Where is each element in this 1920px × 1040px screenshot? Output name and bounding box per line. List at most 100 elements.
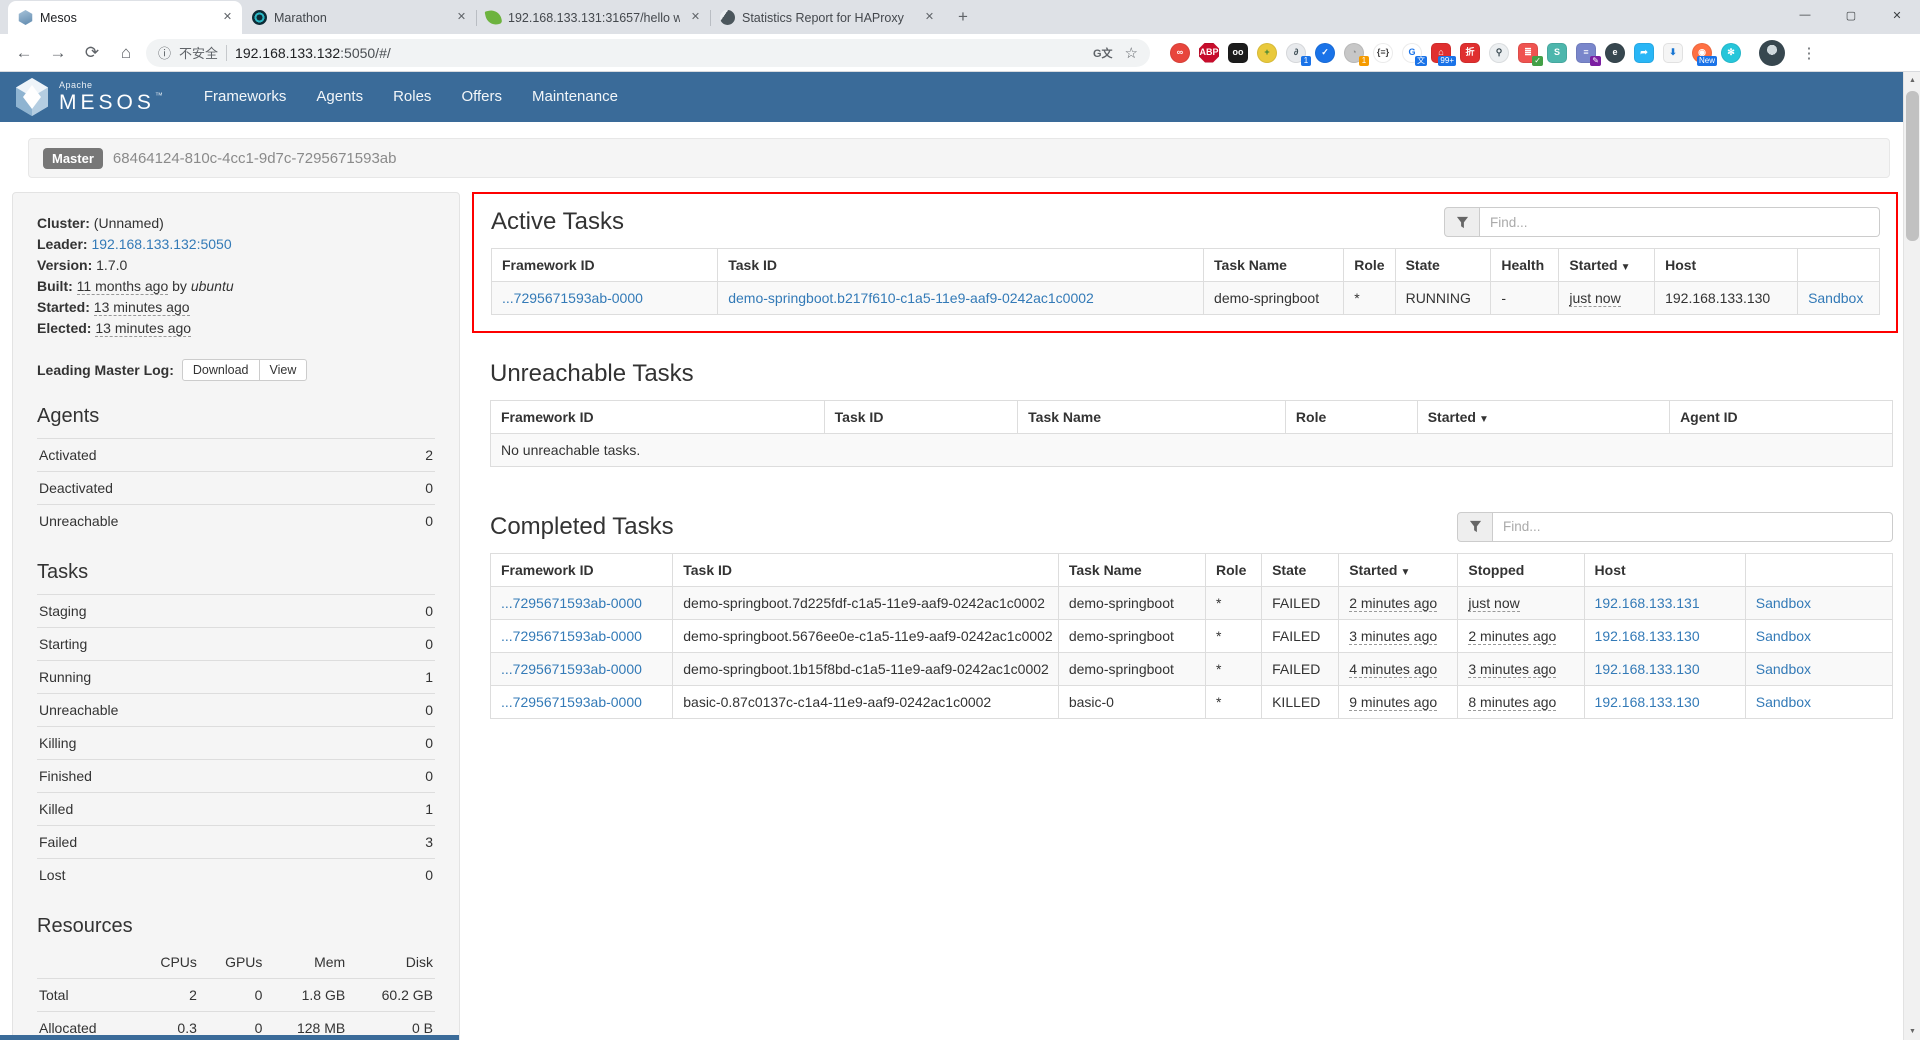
back-icon[interactable]: ←	[10, 39, 38, 67]
host-link[interactable]: 192.168.133.130	[1595, 628, 1700, 644]
tab-mesos[interactable]: Mesos ✕	[8, 1, 242, 34]
page-info-icon[interactable]: ⓘ	[158, 43, 171, 62]
green-coin-icon[interactable]: +	[1257, 43, 1277, 63]
task-name: demo-springboot	[1069, 661, 1174, 677]
translate-icon[interactable]: G文	[1093, 45, 1113, 61]
completed-tasks-find-input[interactable]	[1493, 512, 1893, 542]
framework-id-link[interactable]: ...7295671593ab-0000	[501, 595, 642, 611]
coupon-zhe-icon[interactable]: 折	[1460, 43, 1480, 63]
download-log-button[interactable]: Download	[182, 359, 260, 381]
unreachable-tasks-table: Framework ID Task ID Task Name Role Star…	[490, 400, 1893, 467]
teal-s-icon[interactable]: S	[1547, 43, 1567, 63]
framework-id-link[interactable]: ...7295671593ab-0000	[501, 661, 642, 677]
new-tab-button[interactable]: +	[950, 4, 976, 30]
tab-haproxy-stats[interactable]: Statistics Report for HAProxy ✕	[710, 1, 944, 34]
scrollbar-thumb[interactable]	[1906, 91, 1919, 241]
translate-ext-icon[interactable]: G文	[1402, 43, 1422, 63]
framework-id-link[interactable]: ...7295671593ab-0000	[501, 694, 642, 710]
loop-timer-icon[interactable]: ◔1	[1344, 43, 1364, 63]
host-link[interactable]: 192.168.133.130	[1595, 661, 1700, 677]
leader-line: Leader: 192.168.133.132:5050	[37, 234, 435, 255]
e-circle-icon[interactable]: e	[1605, 43, 1625, 63]
annotation-box-active-tasks: Active Tasks Framework ID Task ID Task N…	[472, 192, 1898, 333]
close-icon[interactable]: ✕	[1874, 0, 1920, 30]
minimize-icon[interactable]: —	[1782, 0, 1828, 30]
chrome-download-icon[interactable]: ⬇	[1663, 43, 1683, 63]
nav-agents[interactable]: Agents	[301, 72, 378, 122]
nav-frameworks[interactable]: Frameworks	[189, 72, 302, 122]
stat-deactivated: Deactivated0	[37, 471, 435, 504]
stat-staging: Staging0	[37, 594, 435, 627]
active-tasks-find-input[interactable]	[1480, 207, 1880, 237]
browser-menu-icon[interactable]: ⋮	[1797, 44, 1821, 62]
resources-total-row: Total201.8 GB60.2 GB	[37, 979, 435, 1012]
scroll-up-icon[interactable]: ▲	[1904, 72, 1920, 89]
adblock-plus-icon[interactable]: ABP	[1199, 43, 1219, 63]
stat-lost: Lost0	[37, 858, 435, 891]
nav-roles[interactable]: Roles	[378, 72, 446, 122]
nav-offers[interactable]: Offers	[446, 72, 517, 122]
sandbox-link[interactable]: Sandbox	[1756, 694, 1811, 710]
adblock-infinity-icon[interactable]: ∞	[1170, 43, 1190, 63]
task-role: *	[1216, 595, 1221, 611]
home-icon[interactable]: ⌂	[112, 39, 140, 67]
code-braces-icon[interactable]: {≡}	[1373, 43, 1393, 63]
resources-heading: Resources	[37, 915, 435, 938]
omnibox-divider	[226, 45, 227, 61]
mesos-hexagon-icon	[14, 77, 50, 117]
notify-99-icon[interactable]: ⌂99+	[1431, 43, 1451, 63]
profile-avatar[interactable]	[1759, 40, 1785, 66]
host-link[interactable]: 192.168.133.130	[1595, 694, 1700, 710]
forward-icon[interactable]: →	[44, 39, 72, 67]
task-started: 9 minutes ago	[1349, 694, 1437, 711]
tab-close-icon[interactable]: ✕	[219, 9, 236, 26]
filter-funnel-icon	[1457, 512, 1493, 542]
tab-springboot-hello[interactable]: 192.168.133.131:31657/hello w ✕	[476, 1, 710, 34]
leader-link[interactable]: 192.168.133.132:5050	[91, 236, 231, 252]
reload-icon[interactable]: ⟳	[78, 39, 106, 67]
empty-row: No unreachable tasks.	[491, 433, 1893, 466]
maximize-icon[interactable]: ▢	[1828, 0, 1874, 30]
sandbox-link[interactable]: Sandbox	[1756, 595, 1811, 611]
sandbox-link[interactable]: Sandbox	[1756, 628, 1811, 644]
purple-doc-icon[interactable]: ≡✎	[1576, 43, 1596, 63]
dark-glasses-icon[interactable]: oo	[1228, 43, 1248, 63]
task-id-link[interactable]: demo-springboot.b217f610-c1a5-11e9-aaf9-…	[728, 290, 1094, 306]
framework-id-link[interactable]: ...7295671593ab-0000	[502, 290, 643, 306]
sandbox-link[interactable]: Sandbox	[1756, 661, 1811, 677]
todo-check-icon[interactable]: ✓	[1315, 43, 1335, 63]
red-notes-icon[interactable]: ≣✓	[1518, 43, 1538, 63]
view-log-button[interactable]: View	[259, 359, 308, 381]
tab-close-icon[interactable]: ✕	[453, 9, 470, 26]
person-search-icon[interactable]: ⚲	[1489, 43, 1509, 63]
active-tasks-title: Active Tasks	[491, 208, 624, 236]
completed-task-row: ...7295671593ab-0000 demo-springboot.1b1…	[491, 652, 1893, 685]
task-stopped: 2 minutes ago	[1468, 628, 1556, 645]
stat-killing: Killing0	[37, 726, 435, 759]
tab-marathon[interactable]: Marathon ✕	[242, 1, 476, 34]
master-id: 68464124-810c-4cc1-9d7c-7295671593ab	[113, 150, 397, 167]
host-link[interactable]: 192.168.133.131	[1595, 595, 1700, 611]
active-task-row: ...7295671593ab-0000 demo-springboot.b21…	[492, 282, 1880, 315]
framework-id-link[interactable]: ...7295671593ab-0000	[501, 628, 642, 644]
mesos-logo[interactable]: Apache MESOS™	[14, 77, 163, 117]
task-started: 3 minutes ago	[1349, 628, 1437, 645]
camera-new-icon[interactable]: ◉New	[1692, 43, 1712, 63]
sidebar: Cluster: (Unnamed) Leader: 192.168.133.1…	[12, 192, 460, 1040]
task-state: FAILED	[1272, 595, 1320, 611]
teal-knot-icon[interactable]: ✻	[1721, 43, 1741, 63]
sandbox-link[interactable]: Sandbox	[1808, 290, 1863, 306]
stat-starting: Starting0	[37, 627, 435, 660]
github-notifier-icon[interactable]: ∂1	[1286, 43, 1306, 63]
share-tab-icon[interactable]: ➦	[1634, 43, 1654, 63]
mesos-navbar: Apache MESOS™ Frameworks Agents Roles Of…	[0, 72, 1920, 122]
scroll-down-icon[interactable]: ▼	[1904, 1023, 1920, 1040]
main-content: Active Tasks Framework ID Task ID Task N…	[490, 192, 1893, 719]
task-id: basic-0.87c0137c-c1a4-11e9-aaf9-0242ac1c…	[683, 694, 991, 710]
tab-close-icon[interactable]: ✕	[687, 9, 704, 26]
mesos-favicon	[18, 10, 33, 25]
nav-maintenance[interactable]: Maintenance	[517, 72, 633, 122]
bookmark-star-icon[interactable]: ☆	[1125, 44, 1138, 62]
tab-close-icon[interactable]: ✕	[921, 9, 938, 26]
address-bar[interactable]: ⓘ 不安全 192.168.133.132:5050/#/ G文 ☆	[146, 39, 1150, 67]
